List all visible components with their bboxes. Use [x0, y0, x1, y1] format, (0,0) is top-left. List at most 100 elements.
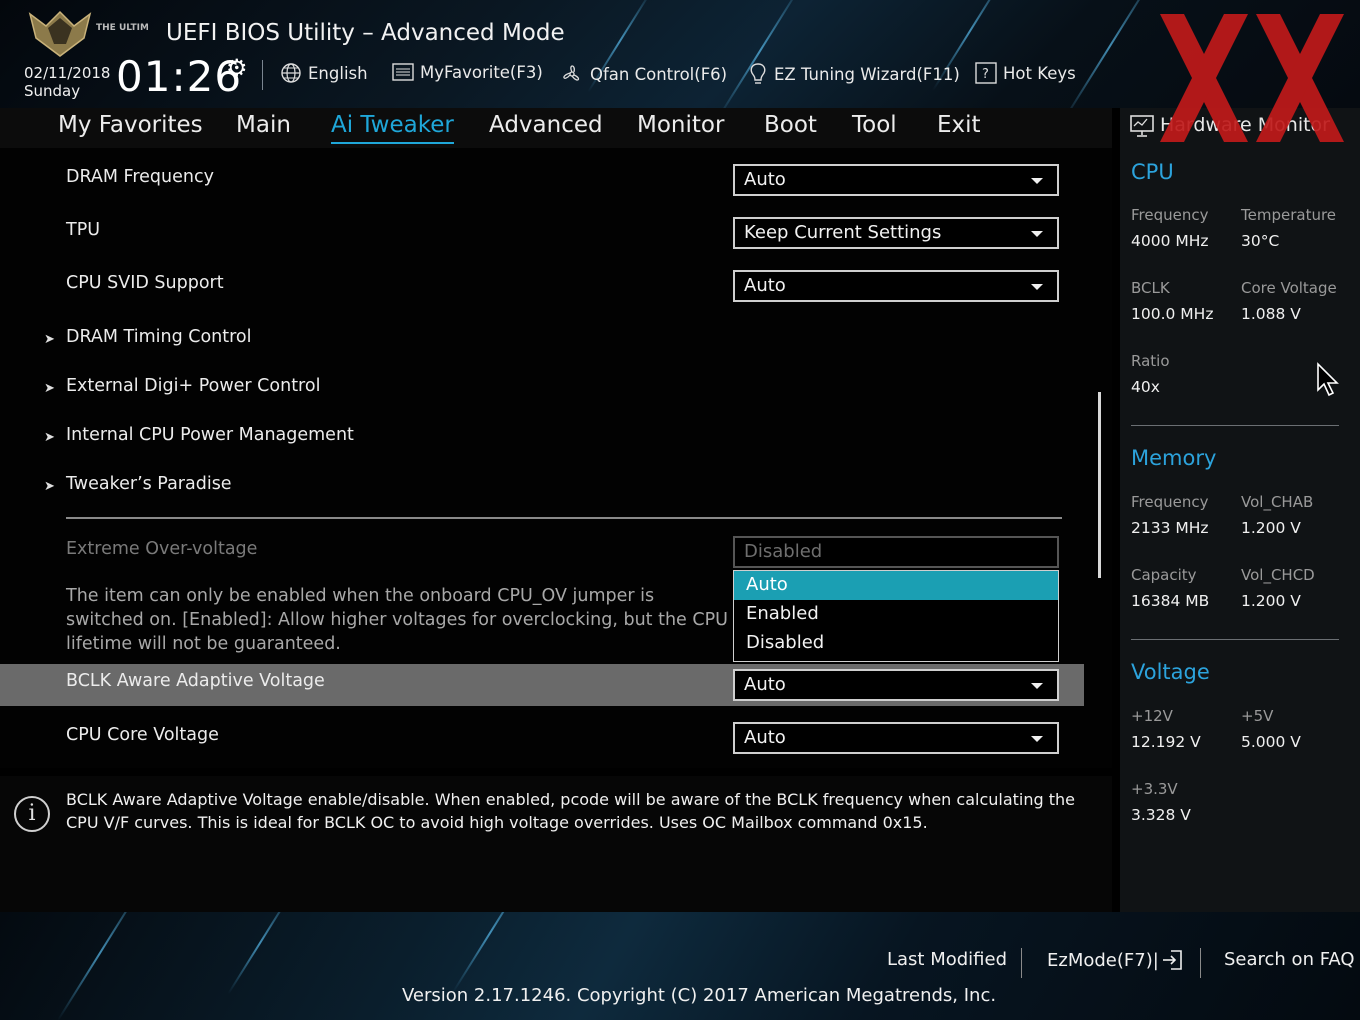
- option-disabled[interactable]: Disabled: [734, 629, 1058, 658]
- version-text: Version 2.17.1246. Copyright (C) 2017 Am…: [402, 985, 997, 1006]
- tpu-select[interactable]: Keep Current Settings: [733, 217, 1059, 249]
- header-streak: [1061, 0, 1159, 108]
- tab-advanced[interactable]: Advanced: [489, 112, 603, 138]
- ratio-label: Ratio: [1131, 352, 1170, 370]
- hw-divider: [1131, 425, 1339, 426]
- tab-boot[interactable]: Boot: [764, 112, 817, 138]
- chevron-right-icon: ➤: [44, 332, 55, 347]
- info-icon: i: [14, 796, 50, 832]
- logo-text: THE ULTIMATE FORCE: [96, 23, 148, 33]
- myfavorite-button[interactable]: MyFavorite(F3): [392, 62, 543, 82]
- scrollbar[interactable]: [1098, 392, 1101, 578]
- monitor-icon: [1130, 115, 1154, 137]
- hardware-monitor-panel: Hardware Monitor CPU Frequency Temperatu…: [1120, 108, 1360, 912]
- header-streak: [716, 0, 804, 108]
- chevron-down-icon: [1031, 284, 1043, 290]
- fan-icon: [563, 65, 580, 81]
- dram-frequency-value: Auto: [744, 169, 786, 190]
- exit-arrow-icon: [1162, 950, 1182, 970]
- dram-frequency-label: DRAM Frequency: [66, 167, 214, 187]
- language-button[interactable]: English: [280, 62, 368, 84]
- footer-streak: [452, 912, 528, 993]
- section-divider: [66, 517, 1062, 519]
- cpu-svid-select[interactable]: Auto: [733, 270, 1059, 302]
- submenu-internal-cpu-power[interactable]: Internal CPU Power Management: [66, 425, 354, 445]
- vol-chcd-value: 1.200 V: [1241, 592, 1301, 610]
- mouse-cursor-icon: [1317, 362, 1339, 397]
- memory-frequency-value: 2133 MHz: [1131, 519, 1209, 537]
- submenu-dram-timing[interactable]: DRAM Timing Control: [66, 327, 252, 347]
- cpu-core-voltage-select[interactable]: Auto: [733, 722, 1059, 754]
- tab-main[interactable]: Main: [236, 112, 291, 138]
- date-text: 02/11/2018: [24, 64, 111, 82]
- date-display: 02/11/2018 Sunday: [24, 64, 110, 100]
- memory-heading: Memory: [1131, 446, 1217, 470]
- core-voltage-label: Core Voltage: [1241, 279, 1337, 297]
- submenu-tweakers-paradise[interactable]: Tweaker’s Paradise: [66, 474, 232, 494]
- voltage-heading: Voltage: [1131, 660, 1210, 684]
- v33-value: 3.328 V: [1131, 806, 1191, 824]
- extreme-ov-select: Disabled: [733, 536, 1059, 568]
- tab-monitor[interactable]: Monitor: [637, 112, 724, 138]
- last-modified-button[interactable]: Last Modified: [887, 949, 1007, 970]
- cpu-svid-label: CPU SVID Support: [66, 273, 224, 293]
- cpu-svid-value: Auto: [744, 275, 786, 296]
- hot-keys-button[interactable]: ? Hot Keys: [975, 62, 1076, 84]
- language-label: English: [308, 63, 368, 83]
- window-title: UEFI BIOS Utility – Advanced Mode: [166, 20, 565, 46]
- help-panel: i BCLK Aware Adaptive Voltage enable/dis…: [0, 776, 1112, 912]
- chevron-down-icon: [1031, 683, 1043, 689]
- tuf-shield-icon: THE ULTIMATE FORCE: [28, 10, 204, 57]
- footer-streak: [227, 912, 293, 995]
- header-separator: [262, 60, 263, 90]
- extreme-ov-note: The item can only be enabled when the on…: [66, 586, 728, 654]
- cpu-core-voltage-value: Auto: [744, 727, 786, 748]
- chevron-right-icon: ➤: [44, 381, 55, 396]
- header-bar: THE ULTIMATE FORCE UEFI BIOS Utility – A…: [0, 0, 1360, 108]
- tpu-label: TPU: [66, 220, 101, 240]
- capacity-label: Capacity: [1131, 566, 1197, 584]
- tpu-value: Keep Current Settings: [744, 222, 942, 243]
- extreme-ov-value: Disabled: [744, 541, 823, 562]
- capacity-value: 16384 MB: [1131, 592, 1210, 610]
- svg-text:?: ?: [982, 67, 989, 82]
- bclk-value: 100.0 MHz: [1131, 305, 1214, 323]
- tab-exit[interactable]: Exit: [937, 112, 981, 138]
- vol-chab-value: 1.200 V: [1241, 519, 1301, 537]
- hardware-monitor-title: Hardware Monitor: [1160, 114, 1330, 136]
- submenu-external-digi[interactable]: External Digi+ Power Control: [66, 376, 320, 396]
- vol-chab-label: Vol_CHAB: [1241, 493, 1314, 511]
- globe-icon: [281, 63, 301, 83]
- tuf-logo: THE ULTIMATE FORCE: [26, 8, 204, 58]
- ezmode-button[interactable]: EzMode(F7)|: [1047, 949, 1183, 971]
- clock-display: 01:26: [116, 52, 243, 101]
- search-faq-button[interactable]: Search on FAQ: [1224, 949, 1355, 970]
- footer-streak: [56, 912, 144, 1020]
- gear-icon[interactable]: ⚙: [226, 54, 248, 82]
- qfan-button[interactable]: Qfan Control(F6): [560, 62, 727, 86]
- v5-label: +5V: [1241, 707, 1274, 725]
- myfavorite-label: MyFavorite(F3): [420, 62, 543, 82]
- tab-my-favorites[interactable]: My Favorites: [58, 112, 203, 138]
- option-enabled[interactable]: Enabled: [734, 600, 1058, 629]
- list-icon: [392, 63, 414, 81]
- ez-tuning-button[interactable]: EZ Tuning Wizard(F11): [748, 62, 960, 86]
- day-text: Sunday: [24, 82, 81, 100]
- chevron-down-icon: [1031, 736, 1043, 742]
- qfan-label: Qfan Control(F6): [590, 64, 728, 84]
- help-text: BCLK Aware Adaptive Voltage enable/disab…: [66, 790, 1075, 832]
- tab-ai-tweaker[interactable]: Ai Tweaker: [331, 112, 454, 144]
- bclk-aware-select[interactable]: Auto: [733, 669, 1059, 701]
- cpu-temperature-value: 30°C: [1241, 232, 1280, 250]
- bclk-label: BCLK: [1131, 279, 1170, 297]
- chevron-down-icon: [1031, 178, 1043, 184]
- v5-value: 5.000 V: [1241, 733, 1301, 751]
- tab-tool[interactable]: Tool: [852, 112, 897, 138]
- chevron-down-icon: [1031, 231, 1043, 237]
- option-auto[interactable]: Auto: [734, 571, 1058, 600]
- cpu-frequency-label: Frequency: [1131, 206, 1209, 224]
- chevron-right-icon: ➤: [44, 430, 55, 445]
- ez-tuning-label: EZ Tuning Wizard(F11): [774, 64, 960, 84]
- dram-frequency-select[interactable]: Auto: [733, 164, 1059, 196]
- v33-label: +3.3V: [1131, 780, 1178, 798]
